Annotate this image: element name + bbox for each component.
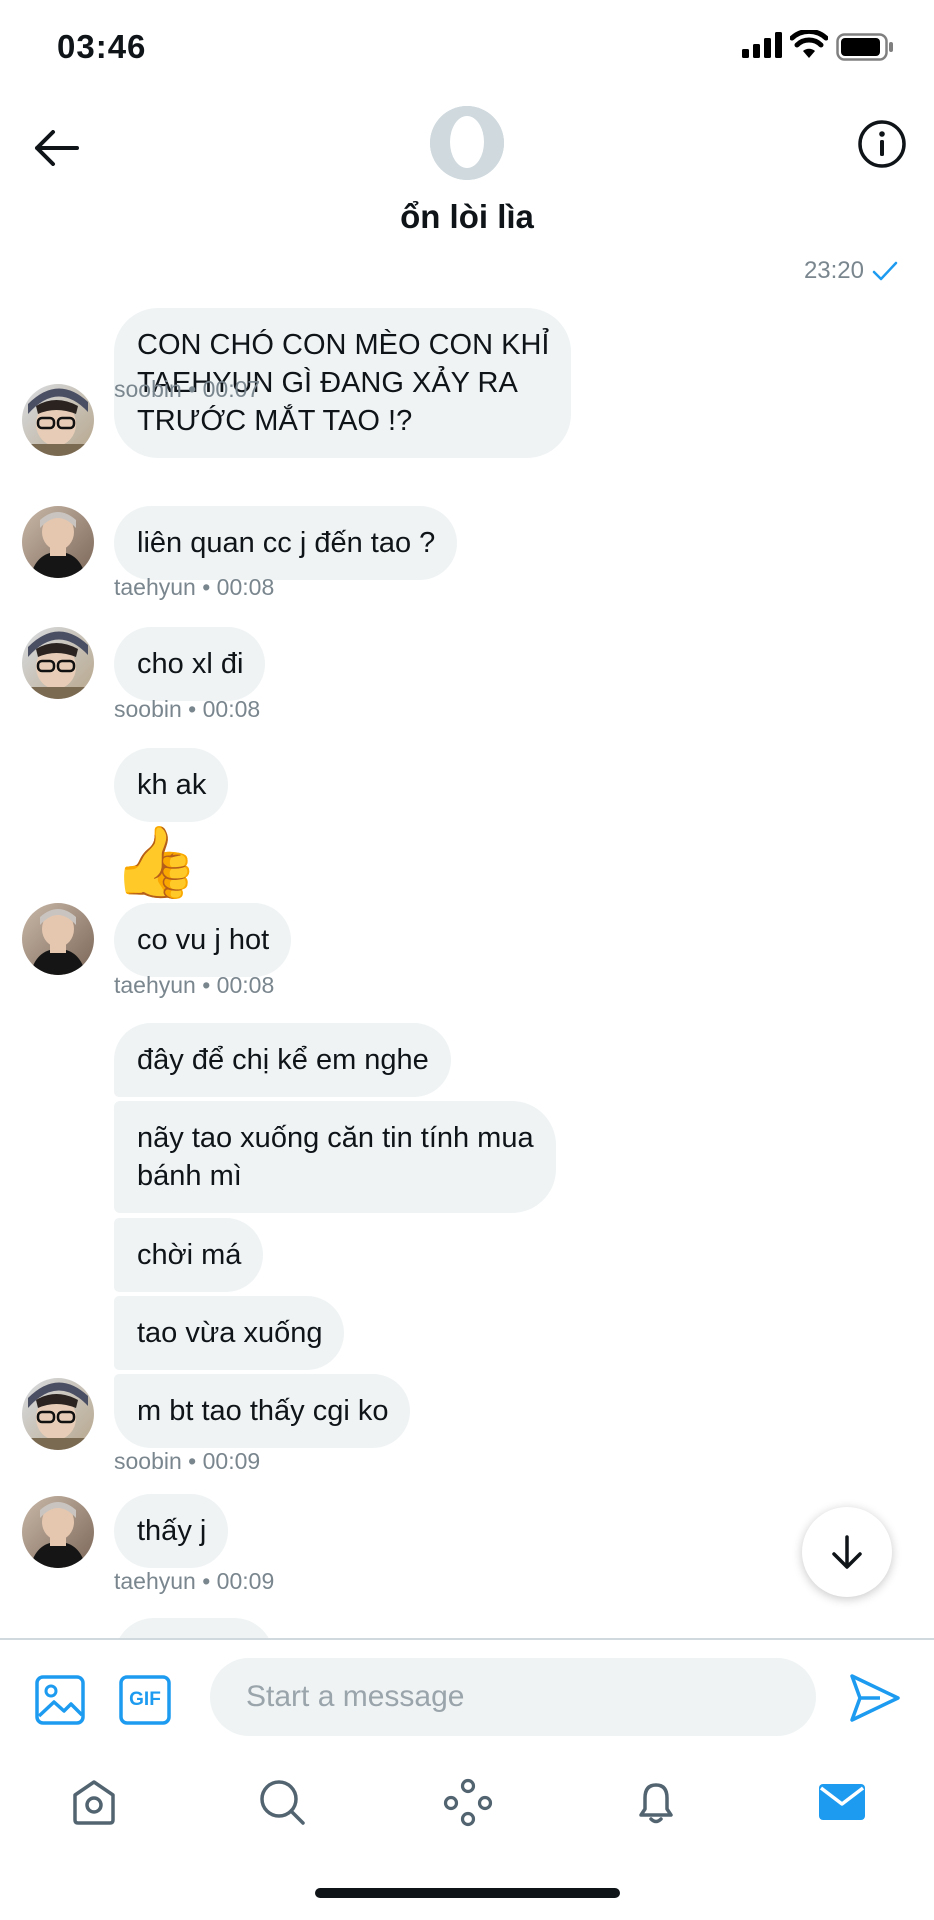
message-composer: GIF bbox=[0, 1638, 934, 1758]
signal-icon bbox=[742, 32, 782, 58]
user-photo bbox=[22, 506, 94, 578]
bottom-tab-bar bbox=[0, 1758, 934, 1858]
avatar-taehyun[interactable] bbox=[22, 506, 94, 578]
tab-messages[interactable] bbox=[812, 1772, 872, 1832]
message-text: nãy tao xuống căn tin tính mua bánh mì bbox=[137, 1122, 534, 1192]
message-bubble[interactable]: nãy tao xuống căn tin tính mua bánh mì bbox=[114, 1101, 556, 1213]
avatar-soobin[interactable] bbox=[22, 384, 94, 456]
gif-button[interactable]: GIF bbox=[118, 1674, 172, 1726]
scroll-to-bottom-button[interactable] bbox=[802, 1507, 892, 1597]
info-button[interactable] bbox=[854, 116, 910, 172]
message-bubble[interactable]: chời má bbox=[114, 1218, 264, 1292]
thumbs-up-emoji[interactable]: 👍 bbox=[112, 822, 199, 902]
message-meta: soobin • 00:08 bbox=[114, 696, 261, 722]
check-icon bbox=[872, 261, 898, 281]
back-button[interactable] bbox=[28, 120, 84, 176]
search-icon bbox=[260, 1780, 305, 1825]
home-icon bbox=[73, 1780, 115, 1825]
message-text: m bt tao thấy cgi ko bbox=[137, 1395, 389, 1427]
user-photo bbox=[22, 627, 94, 699]
home-indicator[interactable] bbox=[315, 1888, 620, 1898]
add-media-button[interactable] bbox=[34, 1674, 86, 1726]
message-text: chời má bbox=[137, 1239, 242, 1271]
message-text: tao vừa xuống bbox=[137, 1317, 323, 1349]
message-bubble[interactable]: đây để chị kể em nghe bbox=[114, 1023, 451, 1097]
avatar-taehyun[interactable] bbox=[22, 903, 94, 975]
conversation-title[interactable]: ổn lòi lìa bbox=[0, 198, 934, 236]
avatar-taehyun[interactable] bbox=[22, 1496, 94, 1568]
status-bar: 03:46 bbox=[0, 0, 934, 96]
battery-icon bbox=[836, 33, 893, 61]
tab-spaces[interactable] bbox=[438, 1772, 498, 1832]
message-meta: taehyun • 00:09 bbox=[114, 1568, 275, 1594]
message-bubble[interactable]: co vu j hot bbox=[114, 903, 292, 977]
message-bubble-partial[interactable] bbox=[114, 1618, 274, 1638]
message-bubble[interactable]: liên quan cc j đến tao ? bbox=[114, 506, 458, 580]
tab-home[interactable] bbox=[64, 1772, 124, 1832]
avatar-soobin[interactable] bbox=[22, 627, 94, 699]
message-meta: soobin • 00:07 bbox=[114, 376, 261, 402]
message-text: co vu j hot bbox=[137, 924, 270, 956]
message-input[interactable] bbox=[210, 1658, 816, 1736]
info-icon bbox=[858, 120, 906, 168]
tab-search[interactable] bbox=[252, 1772, 312, 1832]
message-meta: taehyun • 00:08 bbox=[114, 972, 275, 998]
user-photo bbox=[22, 1378, 94, 1450]
arrow-left-icon bbox=[35, 130, 79, 166]
user-photo bbox=[22, 1496, 94, 1568]
message-bubble[interactable]: thấy j bbox=[114, 1494, 229, 1568]
status-time: 03:46 bbox=[57, 28, 147, 65]
default-avatar-icon bbox=[430, 106, 504, 180]
message-text: đây để chị kể em nghe bbox=[137, 1044, 429, 1076]
user-photo bbox=[22, 903, 94, 975]
mail-icon bbox=[819, 1784, 865, 1820]
tab-notifications[interactable] bbox=[626, 1772, 686, 1832]
message-list[interactable]: CON CHÓ CON MÈO CON KHỈ TAEHYUN GÌ ĐANG … bbox=[0, 300, 934, 1638]
group-avatar[interactable] bbox=[430, 106, 504, 180]
user-photo bbox=[22, 384, 94, 456]
message-bubble[interactable]: cho xl đi bbox=[114, 627, 266, 701]
message-text: kh ak bbox=[137, 769, 207, 801]
last-sent-status: 23:20 bbox=[804, 257, 898, 285]
message-text: cho xl đi bbox=[137, 648, 244, 680]
wifi-icon bbox=[790, 30, 828, 58]
message-bubble[interactable]: m bt tao thấy cgi ko bbox=[114, 1374, 411, 1448]
arrow-down-icon bbox=[832, 1535, 862, 1569]
message-text: thấy j bbox=[137, 1515, 207, 1547]
message-meta: taehyun • 00:08 bbox=[114, 574, 275, 600]
message-bubble[interactable]: kh ak bbox=[114, 748, 229, 822]
bell-icon bbox=[639, 1783, 673, 1824]
spaces-icon bbox=[443, 1778, 493, 1827]
last-sent-time: 23:20 bbox=[803, 257, 864, 284]
send-icon bbox=[850, 1674, 900, 1722]
send-button[interactable] bbox=[848, 1672, 902, 1724]
gif-label: GIF bbox=[129, 1689, 161, 1710]
message-meta: soobin • 00:09 bbox=[114, 1448, 261, 1474]
message-text: liên quan cc j đến tao ? bbox=[137, 527, 436, 559]
image-icon bbox=[35, 1675, 85, 1725]
avatar-soobin[interactable] bbox=[22, 1378, 94, 1450]
conversation-header: ổn lòi lìa bbox=[0, 96, 934, 246]
message-bubble[interactable]: tao vừa xuống bbox=[114, 1296, 345, 1370]
